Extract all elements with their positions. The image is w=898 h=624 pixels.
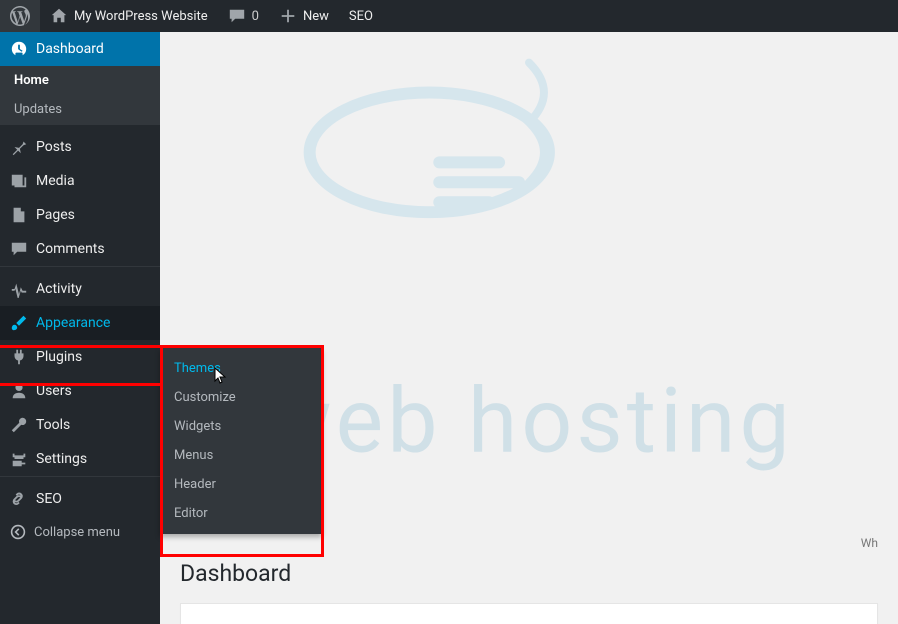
- wordpress-icon: [10, 6, 30, 26]
- plugin-icon: [10, 348, 28, 366]
- home-icon: [50, 7, 68, 25]
- page-title: Dashboard: [180, 560, 878, 587]
- seo-label: SEO: [349, 9, 373, 24]
- menu-dashboard-label: Dashboard: [36, 41, 104, 57]
- menu-media-label: Media: [36, 173, 75, 189]
- site-name-label: My WordPress Website: [74, 9, 208, 24]
- flyout-themes[interactable]: Themes: [160, 354, 322, 383]
- flyout-customize[interactable]: Customize: [160, 383, 322, 412]
- menu-plugins[interactable]: Plugins: [0, 340, 160, 374]
- brush-icon: [10, 314, 28, 332]
- dashboard-icon: [10, 40, 28, 58]
- site-name[interactable]: My WordPress Website: [40, 0, 218, 32]
- menu-appearance-label: Appearance: [36, 315, 110, 331]
- pages-icon: [10, 206, 28, 224]
- adminbar-seo[interactable]: SEO: [339, 0, 383, 32]
- menu-seo-label: SEO: [36, 491, 62, 507]
- svg-text:web hosting: web hosting: [264, 369, 794, 474]
- screen-meta: Wh: [180, 532, 878, 550]
- content-area: web hosting Wh Dashboard Welcome to Word…: [160, 32, 898, 624]
- menu-users[interactable]: Users: [0, 374, 160, 408]
- submenu-updates[interactable]: Updates: [0, 95, 160, 124]
- comments-count: 0: [252, 9, 259, 24]
- appearance-flyout: Themes Customize Widgets Menus Header Ed…: [160, 348, 322, 534]
- submenu-home[interactable]: Home: [0, 66, 160, 95]
- menu-posts-label: Posts: [36, 139, 72, 155]
- plus-icon: [279, 7, 297, 25]
- media-icon: [10, 172, 28, 190]
- pin-icon: [10, 138, 28, 156]
- collapse-menu[interactable]: Collapse menu: [0, 516, 160, 548]
- flyout-header[interactable]: Header: [160, 470, 322, 499]
- menu-users-label: Users: [36, 383, 72, 399]
- wp-logo[interactable]: [0, 0, 40, 32]
- menu-tools-label: Tools: [36, 417, 70, 433]
- user-icon: [10, 382, 28, 400]
- welcome-panel: Welcome to WordPress! We've assembled so…: [180, 603, 878, 624]
- menu-activity-label: Activity: [36, 281, 82, 297]
- link-icon: [10, 490, 28, 508]
- wrench-icon: [10, 416, 28, 434]
- sliders-icon: [10, 450, 28, 468]
- collapse-label: Collapse menu: [34, 525, 120, 540]
- menu-dashboard[interactable]: Dashboard: [0, 32, 160, 66]
- comment-icon: [10, 240, 28, 258]
- activity-icon: [10, 280, 28, 298]
- menu-tools[interactable]: Tools: [0, 408, 160, 442]
- submenu-dashboard: Home Updates: [0, 66, 160, 124]
- menu-settings-label: Settings: [36, 451, 87, 467]
- menu-appearance[interactable]: Appearance: [0, 306, 160, 340]
- admin-bar: My WordPress Website 0 New SEO: [0, 0, 898, 32]
- menu-plugins-label: Plugins: [36, 349, 82, 365]
- new-label: New: [303, 9, 329, 24]
- collapse-icon: [10, 524, 26, 540]
- flyout-editor[interactable]: Editor: [160, 499, 322, 528]
- menu-posts[interactable]: Posts: [0, 130, 160, 164]
- menu-activity[interactable]: Activity: [0, 272, 160, 306]
- adminbar-comments[interactable]: 0: [218, 0, 269, 32]
- menu-settings[interactable]: Settings: [0, 442, 160, 476]
- menu-comments-label: Comments: [36, 241, 105, 257]
- adminbar-new[interactable]: New: [269, 0, 339, 32]
- menu-pages-label: Pages: [36, 207, 75, 223]
- menu-media[interactable]: Media: [0, 164, 160, 198]
- flyout-menus[interactable]: Menus: [160, 441, 322, 470]
- menu-pages[interactable]: Pages: [0, 198, 160, 232]
- flyout-widgets[interactable]: Widgets: [160, 412, 322, 441]
- menu-seo[interactable]: SEO: [0, 482, 160, 516]
- comment-icon: [228, 7, 246, 25]
- menu-comments[interactable]: Comments: [0, 232, 160, 266]
- screen-meta-truncated: Wh: [861, 536, 878, 550]
- admin-sidebar: Dashboard Home Updates Posts Media Pages…: [0, 32, 160, 624]
